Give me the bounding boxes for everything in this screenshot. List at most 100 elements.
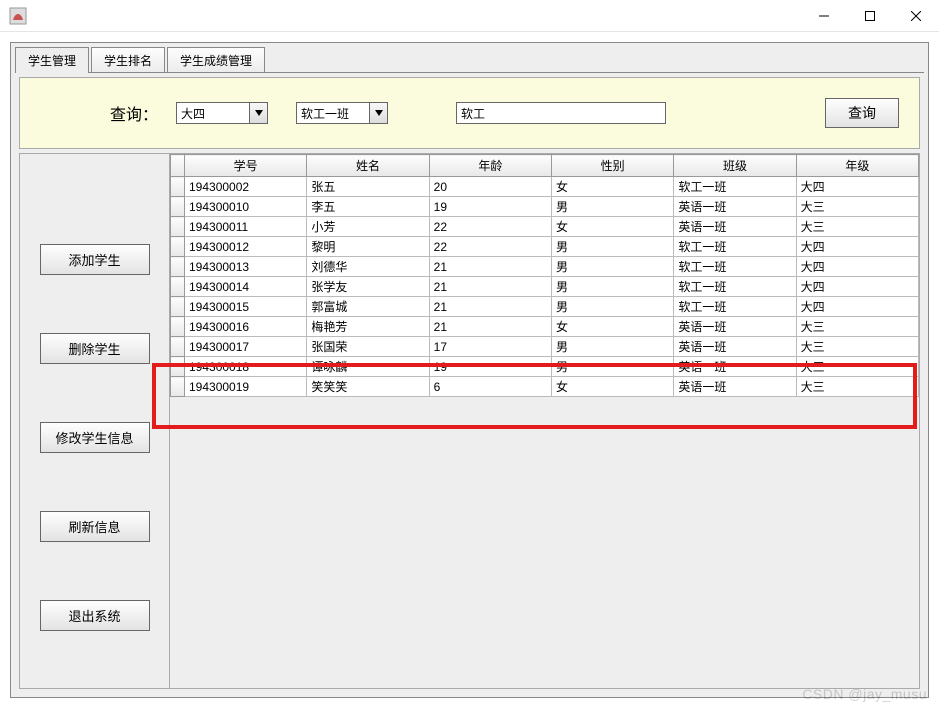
table-cell[interactable]: 男 (551, 297, 673, 317)
table-cell[interactable]: 大四 (796, 257, 918, 277)
table-row[interactable]: 194300002张五20女软工一班大四 (171, 177, 919, 197)
table-cell[interactable]: 笑笑笑 (307, 377, 429, 397)
table-cell[interactable]: 194300019 (185, 377, 307, 397)
table-cell[interactable]: 19 (429, 197, 551, 217)
table-row[interactable]: 194300012黎明22男软工一班大四 (171, 237, 919, 257)
table-cell[interactable]: 男 (551, 237, 673, 257)
class-combo-input[interactable] (297, 103, 369, 123)
table-cell[interactable]: 194300012 (185, 237, 307, 257)
table-cell[interactable]: 英语一班 (674, 217, 796, 237)
table-cell[interactable]: 女 (551, 377, 673, 397)
table-row[interactable]: 194300018谭咏麟19男英语一班大三 (171, 357, 919, 377)
table-cell[interactable]: 22 (429, 217, 551, 237)
table-cell[interactable]: 20 (429, 177, 551, 197)
table-cell[interactable]: 大三 (796, 197, 918, 217)
col-header[interactable]: 年龄 (429, 155, 551, 177)
maximize-button[interactable] (847, 0, 893, 32)
table-cell[interactable]: 21 (429, 257, 551, 277)
table-cell[interactable]: 男 (551, 197, 673, 217)
table-cell[interactable]: 张学友 (307, 277, 429, 297)
table-cell[interactable]: 谭咏麟 (307, 357, 429, 377)
table-cell[interactable]: 21 (429, 297, 551, 317)
table-cell[interactable]: 大三 (796, 377, 918, 397)
table-cell[interactable]: 19 (429, 357, 551, 377)
table-cell[interactable]: 大四 (796, 177, 918, 197)
table-cell[interactable]: 英语一班 (674, 337, 796, 357)
col-header[interactable]: 性别 (551, 155, 673, 177)
table-cell[interactable]: 194300002 (185, 177, 307, 197)
table-cell[interactable]: 英语一班 (674, 377, 796, 397)
table-row[interactable]: 194300014张学友21男软工一班大四 (171, 277, 919, 297)
table-cell[interactable]: 194300014 (185, 277, 307, 297)
chevron-down-icon[interactable] (369, 103, 387, 123)
add-student-button[interactable]: 添加学生 (40, 244, 150, 275)
close-button[interactable] (893, 0, 939, 32)
table-cell[interactable]: 194300013 (185, 257, 307, 277)
table-cell[interactable]: 大三 (796, 317, 918, 337)
table-cell[interactable]: 英语一班 (674, 317, 796, 337)
table-cell[interactable]: 郭富城 (307, 297, 429, 317)
table-cell[interactable]: 女 (551, 317, 673, 337)
tab-1[interactable]: 学生排名 (91, 47, 165, 73)
delete-student-button[interactable]: 删除学生 (40, 333, 150, 364)
table-cell[interactable]: 21 (429, 277, 551, 297)
table-cell[interactable]: 女 (551, 217, 673, 237)
col-header[interactable]: 年级 (796, 155, 918, 177)
table-cell[interactable]: 194300016 (185, 317, 307, 337)
table-cell[interactable]: 大三 (796, 217, 918, 237)
table-cell[interactable]: 软工一班 (674, 237, 796, 257)
table-cell[interactable]: 194300017 (185, 337, 307, 357)
query-button[interactable]: 查询 (825, 98, 899, 128)
table-cell[interactable]: 小芳 (307, 217, 429, 237)
table-cell[interactable]: 194300010 (185, 197, 307, 217)
class-combo[interactable] (296, 102, 388, 124)
table-cell[interactable]: 大四 (796, 237, 918, 257)
table-cell[interactable]: 194300015 (185, 297, 307, 317)
table-cell[interactable]: 男 (551, 277, 673, 297)
col-header[interactable]: 姓名 (307, 155, 429, 177)
table-cell[interactable]: 大四 (796, 297, 918, 317)
table-cell[interactable]: 张国荣 (307, 337, 429, 357)
table-cell[interactable]: 大三 (796, 357, 918, 377)
table-cell[interactable]: 软工一班 (674, 277, 796, 297)
table-cell[interactable]: 刘德华 (307, 257, 429, 277)
table-cell[interactable]: 软工一班 (674, 177, 796, 197)
table-cell[interactable]: 软工一班 (674, 297, 796, 317)
tab-2[interactable]: 学生成绩管理 (167, 47, 265, 73)
refresh-button[interactable]: 刷新信息 (40, 511, 150, 542)
table-row[interactable]: 194300013刘德华21男软工一班大四 (171, 257, 919, 277)
tab-0[interactable]: 学生管理 (15, 47, 89, 73)
table-cell[interactable]: 21 (429, 317, 551, 337)
table-cell[interactable]: 英语一班 (674, 357, 796, 377)
edit-student-button[interactable]: 修改学生信息 (40, 422, 150, 453)
table-cell[interactable]: 黎明 (307, 237, 429, 257)
table-row[interactable]: 194300010李五19男英语一班大三 (171, 197, 919, 217)
table-cell[interactable]: 软工一班 (674, 257, 796, 277)
table-cell[interactable]: 男 (551, 337, 673, 357)
table-cell[interactable]: 女 (551, 177, 673, 197)
table-cell[interactable]: 男 (551, 257, 673, 277)
table-cell[interactable]: 男 (551, 357, 673, 377)
grade-combo-input[interactable] (177, 103, 249, 123)
table-cell[interactable]: 梅艳芳 (307, 317, 429, 337)
exit-button[interactable]: 退出系统 (40, 600, 150, 631)
table-cell[interactable]: 大四 (796, 277, 918, 297)
table-cell[interactable]: 6 (429, 377, 551, 397)
minimize-button[interactable] (801, 0, 847, 32)
grade-combo[interactable] (176, 102, 268, 124)
keyword-input[interactable] (456, 102, 666, 124)
table-cell[interactable]: 李五 (307, 197, 429, 217)
table-cell[interactable]: 194300011 (185, 217, 307, 237)
table-row[interactable]: 194300016梅艳芳21女英语一班大三 (171, 317, 919, 337)
table-cell[interactable]: 张五 (307, 177, 429, 197)
table-row[interactable]: 194300015郭富城21男软工一班大四 (171, 297, 919, 317)
table-row[interactable]: 194300011小芳22女英语一班大三 (171, 217, 919, 237)
table-cell[interactable]: 大三 (796, 337, 918, 357)
table-cell[interactable]: 17 (429, 337, 551, 357)
student-table[interactable]: 学号姓名年龄性别班级年级194300002张五20女软工一班大四19430001… (170, 154, 919, 397)
col-header[interactable]: 班级 (674, 155, 796, 177)
table-cell[interactable]: 22 (429, 237, 551, 257)
table-cell[interactable]: 194300018 (185, 357, 307, 377)
col-header[interactable]: 学号 (185, 155, 307, 177)
table-row[interactable]: 194300017张国荣17男英语一班大三 (171, 337, 919, 357)
